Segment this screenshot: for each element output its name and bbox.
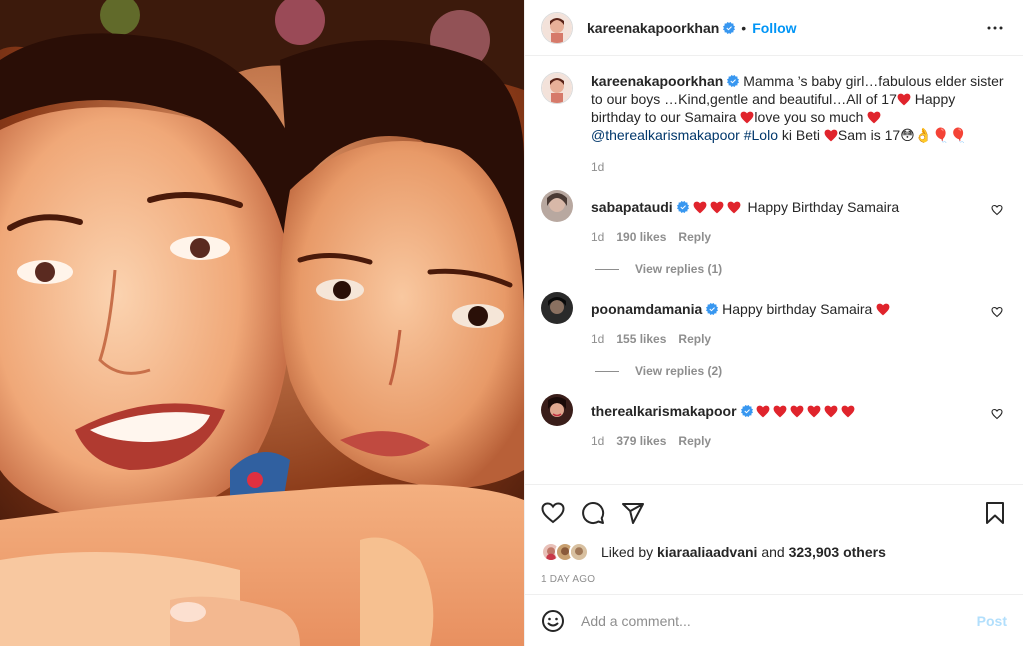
verified-badge-icon: [723, 21, 736, 34]
caption-username[interactable]: kareenakapoorkhan: [591, 73, 723, 89]
comment-hearts: [876, 301, 893, 317]
liked-by-user[interactable]: kiaraaliaadvani: [657, 544, 757, 560]
verified-badge-icon: [740, 405, 753, 417]
likes-text: Liked by kiaraaliaadvani and 323,903 oth…: [601, 544, 886, 560]
liked-by-label: Liked by: [601, 544, 654, 560]
red-heart-emoji-icon: [867, 111, 881, 124]
red-heart-emoji-icon: [710, 201, 724, 214]
caption-avatar[interactable]: [541, 72, 573, 104]
comment-likes[interactable]: 155 likes: [616, 332, 666, 346]
post-header: kareenakapoorkhan • Follow: [525, 0, 1023, 56]
likes-summary: Liked by kiaraaliaadvani and 323,903 oth…: [525, 540, 1023, 564]
verified-badge-icon: [676, 201, 689, 213]
comment-text: Happy Birthday Samaira: [747, 199, 900, 215]
comment-username[interactable]: sabapataudi: [591, 199, 673, 215]
comment-hearts: [693, 199, 744, 215]
post-button[interactable]: Post: [977, 613, 1007, 629]
view-replies-button[interactable]: View replies (1): [595, 262, 1007, 276]
mention-link[interactable]: @therealkarismakapoor: [591, 127, 740, 143]
liker-avatars[interactable]: [541, 542, 593, 562]
commenter-avatar[interactable]: [541, 190, 573, 222]
caption: kareenakapoorkhan Mamma ’s baby girl…fab…: [541, 72, 1007, 174]
caption-time[interactable]: 1d: [591, 160, 604, 174]
red-heart-emoji-icon: [876, 303, 890, 316]
commenter-avatar[interactable]: [541, 292, 573, 324]
comment-time[interactable]: 1d: [591, 332, 604, 346]
comment-time[interactable]: 1d: [591, 434, 604, 448]
post-image: [0, 0, 524, 646]
red-heart-emoji-icon: [808, 405, 821, 418]
more-options-icon[interactable]: [983, 16, 1007, 40]
commenter-avatar[interactable]: [541, 394, 573, 426]
post-photo[interactable]: [0, 0, 524, 646]
post-panel: kareenakapoorkhan • Follow kareenakapoor…: [524, 0, 1023, 646]
red-heart-emoji-icon: [791, 405, 804, 418]
author-username[interactable]: kareenakapoorkhan: [587, 20, 719, 36]
comment-text: Happy birthday Samaira: [722, 301, 873, 317]
heart-outline-icon[interactable]: [991, 306, 1003, 318]
likes-count[interactable]: 323,903 others: [789, 544, 886, 560]
replies-divider: [595, 268, 619, 270]
share-paper-plane-icon[interactable]: [621, 501, 645, 525]
comment-time[interactable]: 1d: [591, 230, 604, 244]
comment-likes[interactable]: 190 likes: [616, 230, 666, 244]
verified-badge-icon: [727, 75, 740, 87]
replies-divider: [595, 370, 619, 372]
liked-by-and: and: [761, 544, 785, 560]
action-bar: [525, 484, 1023, 540]
red-heart-emoji-icon: [741, 111, 754, 124]
comment-likes[interactable]: 379 likes: [616, 434, 666, 448]
caption-part-5: Sam is 17😳👌🎈🎈: [837, 127, 968, 143]
heart-outline-icon[interactable]: [991, 204, 1003, 216]
reply-button[interactable]: Reply: [678, 434, 711, 448]
red-heart-emoji-icon: [774, 405, 787, 418]
red-heart-emoji-icon: [897, 93, 911, 106]
red-heart-emoji-icon: [693, 201, 707, 214]
save-bookmark-icon[interactable]: [983, 501, 1007, 525]
red-heart-emoji-icon: [727, 201, 741, 214]
heart-outline-icon[interactable]: [991, 408, 1003, 420]
comment-username[interactable]: therealkarismakapoor: [591, 403, 737, 419]
view-replies-label[interactable]: View replies (2): [635, 364, 722, 378]
comment-item: poonamdamania Happy birthday Samaira 1d …: [541, 292, 1007, 346]
comment-username[interactable]: poonamdamania: [591, 301, 702, 317]
like-heart-icon[interactable]: [541, 501, 565, 525]
comments-list[interactable]: kareenakapoorkhan Mamma ’s baby girl…fab…: [525, 56, 1023, 484]
reply-button[interactable]: Reply: [678, 332, 711, 346]
red-heart-emoji-icon: [842, 405, 855, 418]
post-timestamp[interactable]: 1 DAY AGO: [525, 564, 1023, 594]
comment-item: therealkarismakapoor 1d 379 likes Reply: [541, 394, 1007, 448]
verified-badge-icon: [706, 303, 719, 315]
follow-button[interactable]: Follow: [752, 20, 796, 36]
comment-bubble-icon[interactable]: [581, 501, 605, 525]
red-heart-emoji-icon: [757, 405, 770, 418]
comment-hearts: [756, 403, 858, 419]
reply-button[interactable]: Reply: [678, 230, 711, 244]
red-heart-emoji-icon: [825, 405, 838, 418]
caption-part-4: ki Beti: [781, 127, 821, 143]
emoji-smiley-icon[interactable]: [541, 609, 565, 633]
comment-item: sabapataudi Happy Birthday Samaira 1d 19…: [541, 190, 1007, 244]
red-heart-emoji-icon: [824, 129, 838, 142]
caption-part-3: love you so much: [754, 109, 864, 125]
comment-input[interactable]: [581, 612, 977, 629]
hashtag-link[interactable]: #Lolo: [744, 127, 778, 143]
view-replies-label[interactable]: View replies (1): [635, 262, 722, 276]
caption-text: kareenakapoorkhan Mamma ’s baby girl…fab…: [591, 72, 1007, 144]
author-avatar[interactable]: [541, 11, 573, 44]
view-replies-button[interactable]: View replies (2): [595, 364, 1007, 378]
liker-avatar: [569, 542, 589, 562]
separator-dot: •: [741, 19, 747, 36]
add-comment-bar: Post: [525, 594, 1023, 646]
